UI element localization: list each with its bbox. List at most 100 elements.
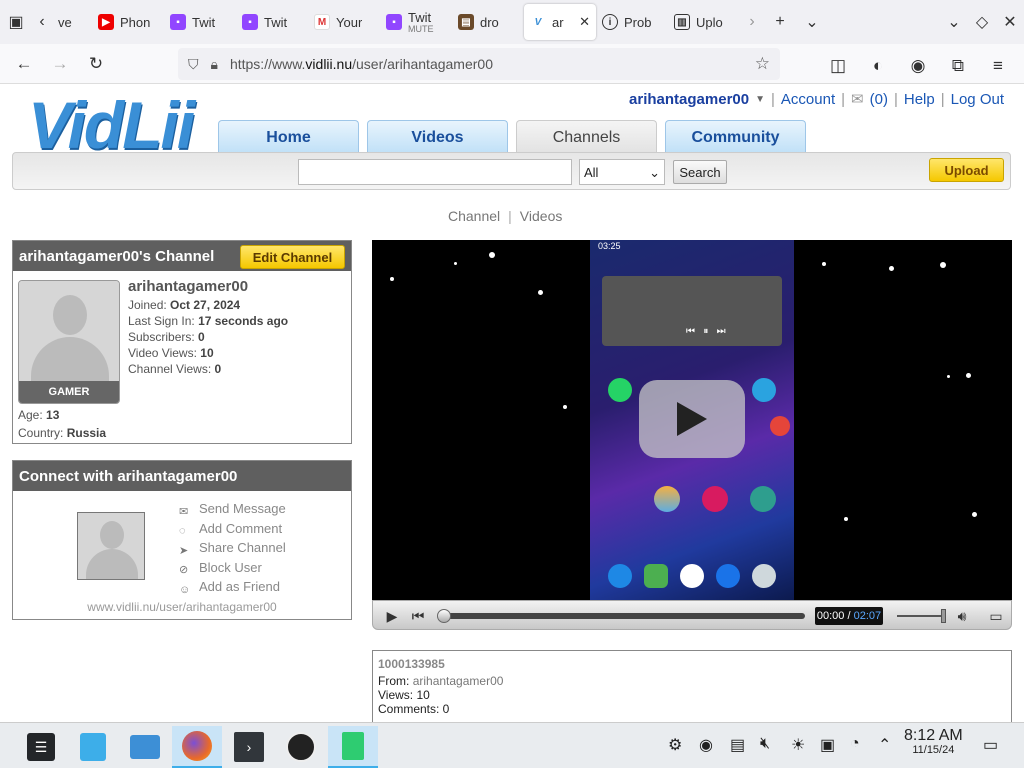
spreadsheet-icon[interactable] (328, 726, 378, 768)
tab-twitch-1[interactable]: ▪ Twit (164, 4, 236, 40)
channel-avatar[interactable]: GAMER (18, 280, 120, 404)
channel-name: arihantagamer00 (128, 278, 249, 295)
help-link[interactable]: Help (904, 91, 935, 108)
tab-problem[interactable]: i Prob (596, 4, 668, 40)
volume-icon[interactable]: 🔊︎ (951, 605, 973, 627)
twitch-icon: ▪ (242, 14, 258, 30)
tray-brightness-icon[interactable]: ☀ (791, 735, 805, 755)
account-link[interactable]: Account (781, 91, 835, 108)
tab-twitch-muted[interactable]: ▪ Twit MUTE (380, 4, 452, 40)
subnav-channel[interactable]: Channel (448, 208, 500, 224)
show-desktop-icon[interactable]: ▭ (983, 735, 998, 755)
tab-image[interactable]: ▤ dro (452, 4, 524, 40)
volume-handle[interactable] (941, 609, 946, 623)
close-window-icon[interactable]: ✕ (996, 6, 1024, 38)
firefox-icon[interactable] (172, 726, 222, 768)
tray-update-icon[interactable]: ◔ (850, 735, 860, 753)
search-button[interactable]: Search (673, 160, 727, 184)
forward-icon[interactable]: → (42, 46, 78, 82)
tab-vidlii-active[interactable]: Var ✕ (524, 4, 596, 40)
extensions-icon[interactable]: ⧉ (940, 48, 976, 84)
user-menu-chevron-icon[interactable]: ▼ (755, 94, 765, 105)
tab-community[interactable]: Community (665, 120, 806, 154)
url-bar[interactable]: ⛉ 🔒︎ https://www.vidlii.nu/user/arihanta… (178, 48, 780, 80)
tab-upload[interactable]: ▥ Uplo (668, 4, 740, 40)
tray-volume-muted-icon[interactable]: 🔇︎ (760, 735, 770, 753)
mail-icon[interactable]: ✉ (851, 90, 864, 108)
play-icon[interactable]: ▶ (381, 605, 403, 627)
tabs-scroll-left-icon[interactable]: ‹ (32, 6, 52, 38)
view-count: Views: 10 (378, 688, 430, 702)
minimize-icon[interactable]: ⌄ (940, 6, 968, 38)
tray-obs-icon[interactable]: ◉ (699, 735, 713, 755)
taskbar: ☰ › ⚙ ◉ ▤ 🔇︎ ☀ ▣ ◔ ⌃ 8:12 AM 11/15/24 ▭ (0, 722, 1024, 768)
search-bar: All ⌄ Search Upload (12, 152, 1011, 190)
big-play-icon[interactable] (639, 380, 745, 458)
maximize-icon[interactable]: ◇ (968, 6, 996, 38)
menu-icon[interactable]: ≡ (980, 48, 1016, 84)
video-player[interactable]: 03:25 ⏮ ⏸ ⏭ (372, 240, 1012, 600)
shield-icon[interactable]: ⛉ (188, 56, 199, 73)
tab-gmail[interactable]: M Your (308, 4, 380, 40)
add-friend-link[interactable]: ☺ Add as Friend (179, 577, 286, 597)
tab-0[interactable]: ve (52, 4, 92, 40)
obs-icon[interactable] (276, 726, 326, 768)
lock-icon[interactable]: 🔒︎ (211, 56, 218, 73)
block-user-link[interactable]: ⊘ Block User (179, 558, 286, 578)
bookmark-star-icon[interactable]: ☆ (755, 54, 770, 74)
tab-channels[interactable]: Channels (516, 120, 657, 154)
user-nav: arihantagamer00 ▼ | Account | ✉ (0) | He… (629, 90, 1004, 109)
vidlii-icon: V (530, 14, 546, 30)
twitch-icon: ▪ (170, 14, 186, 30)
youtube-icon: ▶ (98, 14, 114, 30)
tabs-scroll-right-icon[interactable]: › (740, 6, 764, 38)
account-icon[interactable]: ◉ (900, 48, 936, 84)
tab-list-dropdown-icon[interactable]: ⌄ (796, 6, 828, 38)
logout-link[interactable]: Log Out (951, 91, 1004, 108)
share-channel-link[interactable]: ➤ Share Channel (179, 538, 286, 558)
tray-storage-icon[interactable]: ▣ (820, 735, 835, 755)
tab-videos[interactable]: Videos (367, 120, 508, 154)
user-menu[interactable]: arihantagamer00 (629, 91, 749, 108)
upload-button[interactable]: Upload (929, 158, 1004, 182)
search-category-select[interactable]: All ⌄ (579, 159, 665, 185)
back-icon[interactable]: ← (6, 46, 42, 82)
block-user-icon: ⊘ (179, 564, 189, 577)
reload-icon[interactable]: ↻ (78, 46, 114, 82)
tray-clipboard-icon[interactable]: ▤ (730, 735, 745, 755)
tab-twitch-2[interactable]: ▪ Twit (236, 4, 308, 40)
seek-handle[interactable] (437, 609, 451, 623)
add-comment-link[interactable]: ◌ Add Comment (179, 519, 286, 539)
uploader-link[interactable]: arihantagamer00 (413, 674, 504, 688)
fullscreen-icon[interactable]: ▭ (985, 605, 1007, 627)
tray-settings-icon[interactable]: ⚙ (668, 735, 682, 755)
tab-list-icon[interactable]: ▣ (0, 6, 32, 38)
discover-store-icon[interactable] (68, 726, 118, 768)
tab-youtube[interactable]: ▶ Phon (92, 4, 164, 40)
subnav-videos[interactable]: Videos (520, 208, 563, 224)
messages-link[interactable]: (0) (870, 91, 888, 108)
channel-url[interactable]: www.vidlii.nu/user/arihantagamer00 (13, 600, 351, 614)
seek-bar[interactable] (439, 613, 805, 619)
pocket-icon[interactable]: ◫ (820, 48, 856, 84)
url-text: https://www.vidlii.nu/user/arihantagamer… (229, 56, 493, 72)
sync-icon[interactable]: ◐ (860, 48, 896, 84)
comment-icon: ◌ (179, 525, 186, 538)
add-friend-icon: ☺ (179, 583, 191, 596)
send-message-link[interactable]: ✉ Send Message (179, 499, 286, 519)
tray-expand-icon[interactable]: ⌃ (878, 735, 891, 755)
tab-home[interactable]: Home (218, 120, 359, 154)
video-title[interactable]: 1000133985 (378, 657, 1006, 671)
terminal-icon[interactable]: › (224, 726, 274, 768)
file-manager-icon[interactable] (120, 726, 170, 768)
stop-skip-icon[interactable]: ⏮ (407, 605, 429, 627)
volume-slider[interactable] (897, 615, 945, 617)
image-icon: ▤ (458, 14, 474, 30)
close-tab-icon[interactable]: ✕ (579, 14, 590, 30)
search-input[interactable] (298, 159, 572, 185)
connect-avatar[interactable] (77, 512, 145, 580)
app-launcher-icon[interactable]: ☰ (16, 726, 66, 768)
edit-channel-button[interactable]: Edit Channel (240, 245, 345, 269)
new-tab-icon[interactable]: + (764, 6, 796, 38)
clock[interactable]: 8:12 AM 11/15/24 (904, 728, 963, 757)
